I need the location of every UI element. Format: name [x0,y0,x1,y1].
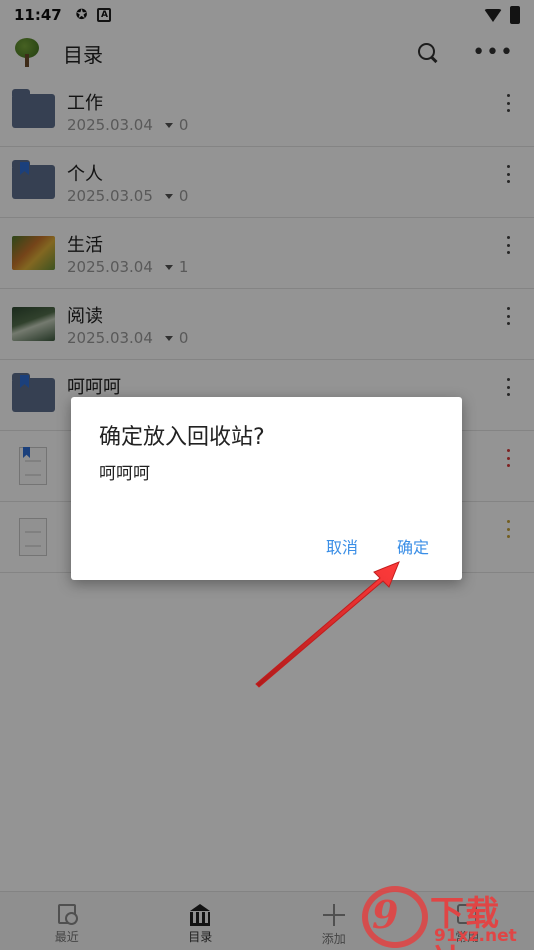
cancel-button[interactable]: 取消 [326,534,358,558]
confirm-button[interactable]: 确定 [397,534,429,558]
confirm-dialog: 确定放入回收站? 呵呵呵 取消 确定 [71,397,462,580]
dialog-title: 确定放入回收站? [99,425,265,450]
watermark-url: 91xz.net [434,926,517,946]
watermark-logo-mark: 9 [372,892,399,937]
site-watermark: 9 下载站 91xz.net [358,884,534,950]
dialog-message: 呵呵呵 [99,464,150,484]
